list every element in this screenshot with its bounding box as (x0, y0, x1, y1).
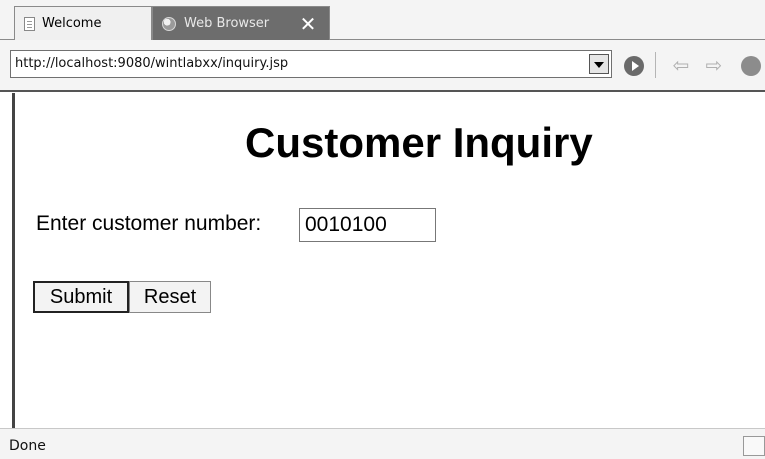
close-icon[interactable]: ✕ (299, 14, 317, 34)
url-text: http://localhost:9080/wintlabxx/inquiry.… (15, 56, 289, 71)
customer-number-label: Enter customer number: (36, 212, 262, 235)
stop-icon[interactable] (741, 56, 761, 76)
tab-welcome[interactable]: Welcome (14, 6, 152, 40)
document-icon (24, 16, 35, 31)
url-field[interactable]: http://localhost:9080/wintlabxx/inquiry.… (10, 50, 612, 78)
customer-number-input[interactable] (299, 208, 436, 242)
tab-welcome-label: Welcome (42, 16, 102, 31)
globe-icon (162, 16, 176, 31)
back-arrow-icon[interactable]: ⇦ (670, 54, 692, 76)
forward-arrow-icon[interactable]: ⇨ (703, 54, 725, 76)
toolbar-separator (655, 52, 656, 78)
editor-tab-bar: Welcome Web Browser ✕ (0, 0, 765, 40)
status-bar: Done (0, 428, 765, 459)
page-title: Customer Inquiry (245, 119, 593, 166)
tab-web-browser[interactable]: Web Browser ✕ (152, 6, 330, 40)
status-text: Done (9, 438, 46, 454)
reset-button[interactable]: Reset (129, 281, 211, 313)
browser-toolbar: http://localhost:9080/wintlabxx/inquiry.… (0, 40, 765, 92)
go-icon[interactable] (624, 56, 644, 76)
tab-web-browser-label: Web Browser (184, 16, 270, 31)
submit-button[interactable]: Submit (33, 281, 129, 313)
progress-indicator (743, 436, 765, 456)
url-history-dropdown-icon[interactable] (589, 54, 609, 74)
browser-viewport: Customer Inquiry Enter customer number: … (12, 93, 765, 428)
